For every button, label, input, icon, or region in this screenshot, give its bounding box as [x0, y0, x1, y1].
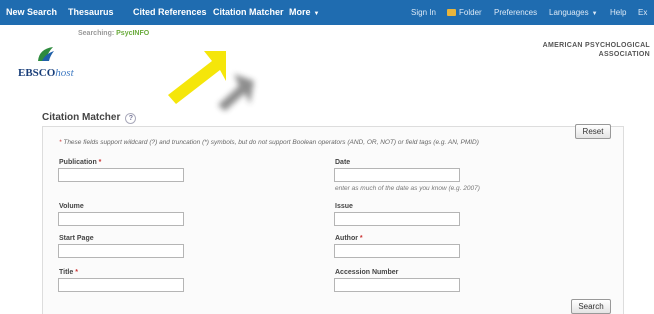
database-name[interactable]: PsycINFO — [116, 30, 149, 37]
publication-label: Publication * — [59, 159, 101, 166]
author-input[interactable] — [334, 244, 460, 258]
help-icon[interactable]: ? — [125, 113, 137, 124]
nav-cited-references[interactable]: Cited References — [133, 7, 207, 17]
date-hint: enter as much of the date as you know (e… — [335, 185, 480, 192]
required-asterisk: * — [357, 235, 363, 242]
org-line-1: AMERICAN PSYCHOLOGICAL — [542, 42, 650, 49]
field-support-note: * These fields support wildcard (?) and … — [59, 139, 479, 146]
nav-exit[interactable]: Ex — [638, 8, 647, 17]
author-label: Author * — [335, 235, 363, 242]
pointer-arrow-icon — [168, 51, 254, 111]
searching-database: Searching: PsycINFO — [78, 30, 149, 37]
citation-matcher-title: Citation Matcher? — [42, 112, 137, 124]
start-page-input[interactable] — [58, 244, 184, 258]
nav-more-label: More — [289, 7, 311, 17]
required-asterisk: * — [73, 269, 78, 276]
panel-title-text: Citation Matcher — [42, 112, 121, 123]
volume-label: Volume — [59, 203, 84, 210]
title-label-text: Title — [59, 269, 74, 276]
folder-icon — [447, 9, 456, 16]
publication-input[interactable] — [58, 168, 184, 182]
citation-matcher-panel: * These fields support wildcard (?) and … — [42, 124, 624, 314]
organization-name: AMERICAN PSYCHOLOGICAL ASSOCIATION — [543, 41, 650, 59]
date-input[interactable] — [334, 168, 460, 182]
start-page-label: Start Page — [59, 235, 94, 242]
top-nav-bar: New Search Thesaurus Cited References Ci… — [0, 0, 654, 25]
search-button[interactable]: Search — [571, 299, 611, 314]
author-label-text: Author — [335, 235, 358, 242]
org-line-2: ASSOCIATION — [598, 51, 650, 58]
reset-button[interactable]: Reset — [575, 124, 611, 139]
nav-sign-in[interactable]: Sign In — [411, 8, 436, 17]
chevron-down-icon: ▼ — [591, 11, 598, 17]
publication-label-text: Publication — [59, 159, 97, 166]
chevron-down-icon: ▼ — [313, 11, 320, 17]
accession-number-label: Accession Number — [335, 269, 399, 276]
issue-input[interactable] — [334, 212, 460, 226]
nav-help[interactable]: Help — [610, 8, 626, 17]
logo-suffix: host — [55, 67, 74, 79]
nav-thesaurus[interactable]: Thesaurus — [68, 7, 114, 17]
nav-new-search[interactable]: New Search — [6, 7, 57, 17]
nav-more[interactable]: More ▼ — [289, 7, 319, 17]
accession-number-input[interactable] — [334, 278, 460, 292]
nav-folder-label: Folder — [459, 8, 482, 17]
title-label: Title * — [59, 269, 78, 276]
note-text: These fields support wildcard (?) and tr… — [63, 139, 479, 146]
ebsco-logo-icon — [38, 47, 54, 61]
nav-preferences[interactable]: Preferences — [494, 8, 537, 17]
ebscohost-logo: EBSCOhost — [18, 67, 74, 79]
nav-languages-label: Languages — [549, 8, 589, 17]
volume-input[interactable] — [58, 212, 184, 226]
title-input[interactable] — [58, 278, 184, 292]
searching-label: Searching: — [78, 30, 115, 37]
logo-main: EBSCO — [18, 67, 56, 79]
issue-label: Issue — [335, 203, 353, 210]
page-header: EBSCOhost Searching: PsycINFO AMERICAN P… — [0, 25, 654, 111]
nav-folder[interactable]: Folder — [447, 8, 482, 17]
required-asterisk: * — [96, 159, 102, 166]
nav-languages[interactable]: Languages ▼ — [549, 8, 598, 17]
nav-citation-matcher[interactable]: Citation Matcher — [213, 7, 284, 17]
date-label: Date — [335, 159, 351, 166]
